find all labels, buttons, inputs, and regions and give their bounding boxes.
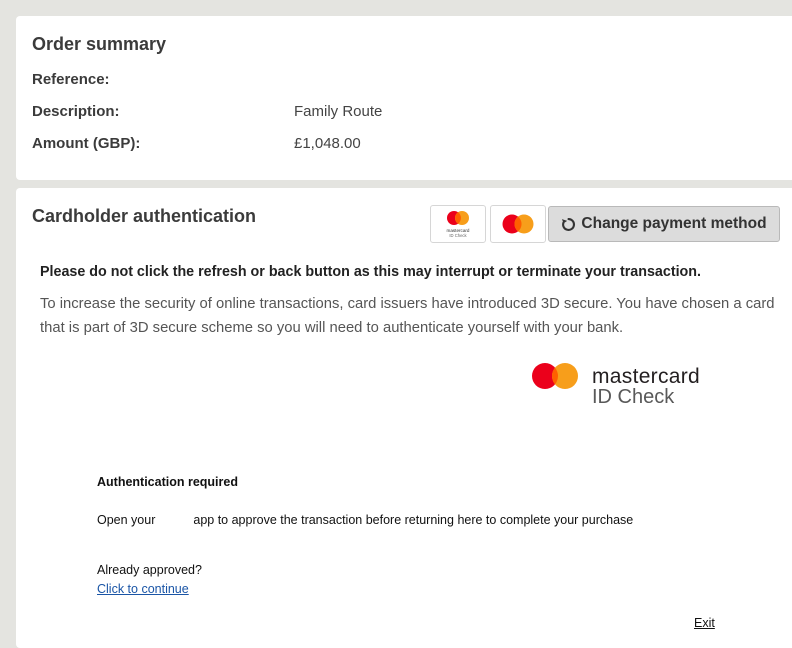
- already-approved-text: Already approved?: [97, 563, 202, 577]
- order-summary-panel: Order summary Reference: Description: Fa…: [16, 16, 792, 180]
- refresh-icon: [562, 217, 576, 231]
- authentication-message: Open your app to approve the transaction …: [97, 513, 633, 527]
- reference-label: Reference:: [32, 71, 110, 88]
- click-to-continue-link[interactable]: Click to continue: [97, 582, 189, 596]
- amount-label: Amount (GBP):: [32, 135, 141, 152]
- svg-text:mastercard: mastercard: [592, 365, 700, 388]
- order-summary-title: Order summary: [32, 34, 167, 54]
- cardholder-authentication-title: Cardholder authentication: [32, 206, 257, 226]
- change-payment-method-button[interactable]: Change payment method: [548, 206, 780, 242]
- mastercard-icon: [502, 214, 534, 234]
- refresh-warning-text: Please do not click the refresh or back …: [40, 264, 701, 280]
- mastercard-id-check-card-tile: mastercard ID Check: [430, 205, 486, 243]
- description-label: Description:: [32, 103, 120, 120]
- change-payment-method-label: Change payment method: [581, 215, 767, 232]
- message-before-app-name: Open your: [97, 513, 156, 527]
- svg-text:ID Check: ID Check: [592, 386, 675, 408]
- exit-link[interactable]: Exit: [694, 616, 715, 630]
- 3d-secure-info-text: To increase the security of online trans…: [40, 296, 775, 336]
- mastercard-logo-icon: mastercard ID Check: [532, 363, 700, 408]
- description-value: Family Route: [294, 103, 383, 120]
- amount-value: £1,048.00: [294, 135, 361, 152]
- mastercard-id-check-logo: mastercard ID Check: [532, 360, 716, 413]
- svg-text:ID Check: ID Check: [449, 233, 467, 238]
- mastercard-id-check-icon: mastercard ID Check: [447, 211, 470, 238]
- authentication-required-heading: Authentication required: [97, 475, 238, 489]
- message-after-app-name: app to approve the transaction before re…: [193, 513, 634, 527]
- mastercard-card-tile: [490, 205, 546, 243]
- cardholder-authentication-panel: Cardholder authentication mastercard ID …: [16, 188, 792, 648]
